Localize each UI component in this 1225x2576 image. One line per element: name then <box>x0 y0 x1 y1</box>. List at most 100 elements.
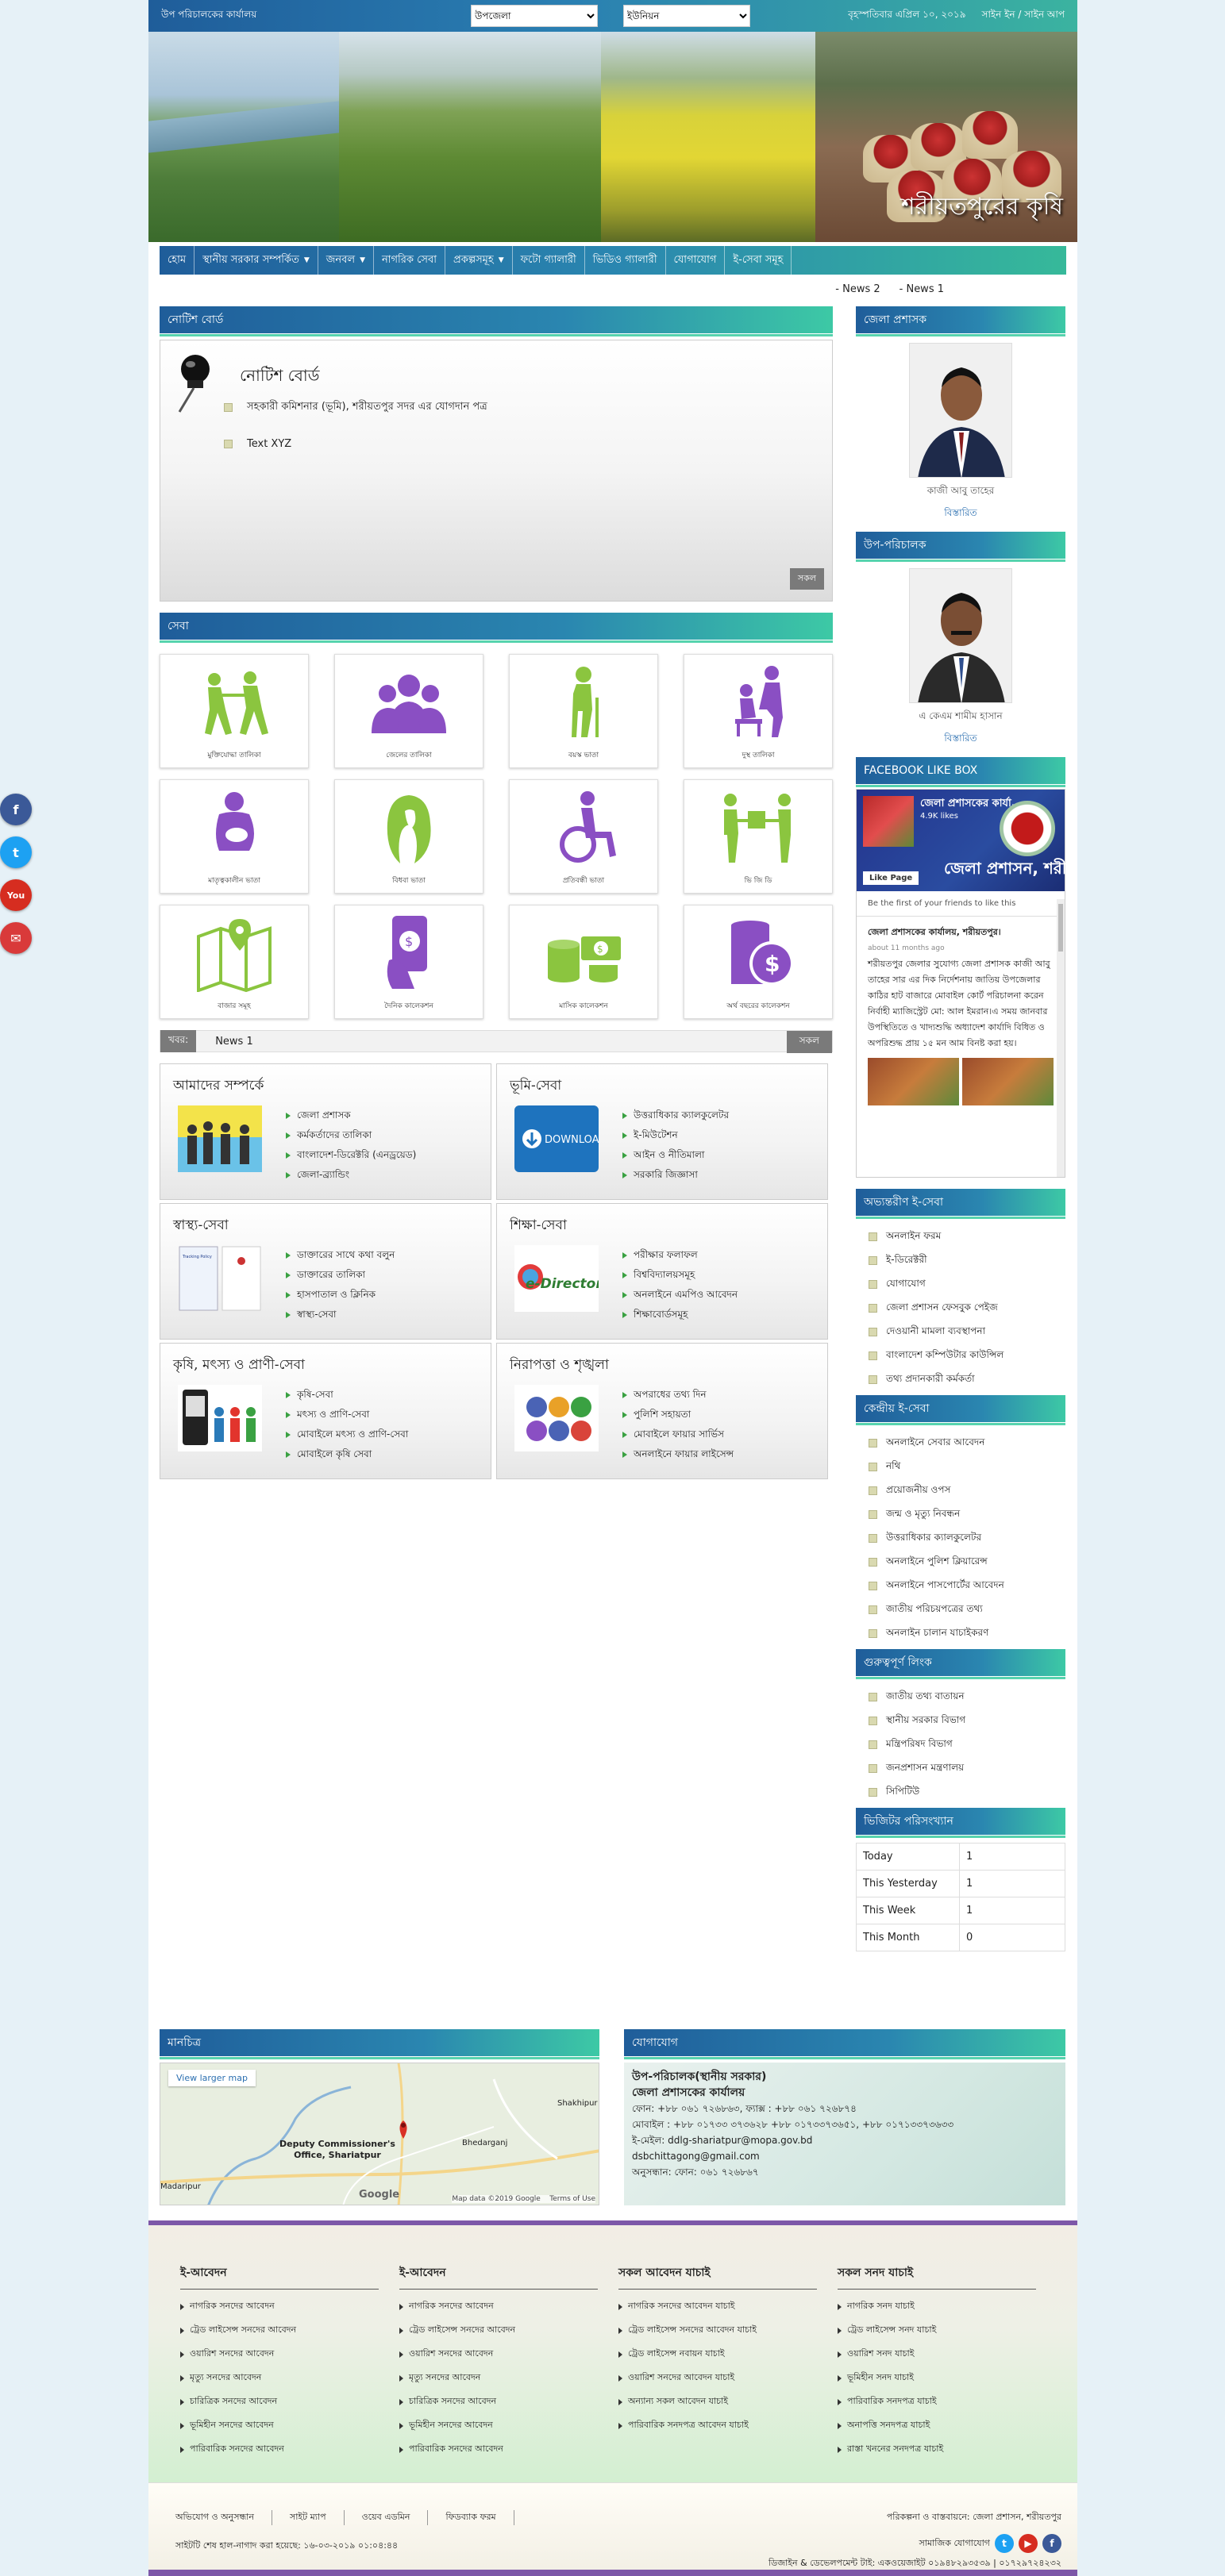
notice-item[interactable]: সহকারী কমিশনার (ভূমি), শরীয়তপুর সদর এর … <box>224 399 487 416</box>
contact-email-2[interactable]: dsbchittagong@gmail.com <box>632 2148 1057 2164</box>
footer-link[interactable]: ট্রেড লাইসেন্স সনদের আবেদন <box>180 2318 379 2342</box>
fb-post-title[interactable]: জেলা প্রশাসকের কার্যালয়, শরীয়তপুর। <box>868 925 1054 940</box>
facebook-icon[interactable]: f <box>1042 2534 1061 2553</box>
sidebar-link[interactable]: অনলাইন চালান যাচাইকরণ <box>869 1621 1065 1644</box>
service-tile[interactable]: বাজার সমূহ <box>160 905 309 1019</box>
sidebar-link[interactable]: জাতীয় পরিচয়পত্রের তথ্য <box>869 1597 1065 1621</box>
news-all-button[interactable]: সকল <box>786 1031 832 1053</box>
service-tile[interactable]: ভি জি ডি <box>684 779 833 894</box>
sidebar-link[interactable]: ই-ডিরেক্টরী <box>869 1248 1065 1271</box>
sidebar-link[interactable]: জাতীয় তথ্য বাতায়ন <box>869 1684 1065 1708</box>
twitter-icon[interactable]: t <box>0 836 32 868</box>
youtube-icon[interactable]: ▶ <box>1019 2534 1038 2553</box>
footer-link[interactable]: ভূমিহীন সনদের আবেদন <box>399 2413 598 2437</box>
nav-item[interactable]: ফটো গ্যালারী <box>513 246 585 275</box>
footer-link[interactable]: পারিবারিক সনদপত্র আবেদন যাচাই <box>618 2413 817 2437</box>
sidebar-link[interactable]: প্রয়োজনীয় ওপস <box>869 1478 1065 1501</box>
sidebar-link[interactable]: বাংলাদেশ কম্পিউটার কাউন্সিল <box>869 1343 1065 1367</box>
service-tile[interactable]: মুক্তিযোদ্ধা তালিকা <box>160 654 309 768</box>
ticker-item[interactable]: - News 2 <box>835 283 880 295</box>
sidebar-link[interactable]: জেলা প্রশাসন ফেসবুক পেইজ <box>869 1295 1065 1319</box>
footer-link[interactable]: মৃত্যু সনদের আবেদন <box>180 2366 379 2390</box>
nav-item[interactable]: যোগাযোগ <box>666 246 726 275</box>
footer-link[interactable]: ট্রেড লাইসেন্স সনদ যাচাই <box>838 2318 1036 2342</box>
twitter-icon[interactable]: t <box>995 2534 1014 2553</box>
service-box-link[interactable]: শিক্ষাবোর্ডসমূহ <box>622 1305 738 1325</box>
service-box-link[interactable]: পুলিশি সহায়তা <box>622 1405 734 1424</box>
sidebar-link[interactable]: দেওয়ানী মামলা ব্যবস্থাপনা <box>869 1319 1065 1343</box>
service-box-link[interactable]: উত্তরাধিকার ক্যালকুলেটর <box>622 1105 729 1125</box>
footer-link[interactable]: নাগরিক সনদ যাচাই <box>838 2294 1036 2318</box>
footer-link[interactable]: পারিবারিক সনদের আবেদন <box>180 2437 379 2461</box>
sidebar-link[interactable]: অনলাইনে পুলিশ ক্লিয়ারেন্স <box>869 1549 1065 1573</box>
sidebar-link[interactable]: যোগাযোগ <box>869 1271 1065 1295</box>
nav-item[interactable]: জনবল ▼ <box>318 246 374 275</box>
upazila-select[interactable]: উপজেলা <box>471 5 598 27</box>
service-box-link[interactable]: মৎস্য ও প্রাণি-সেবা <box>286 1405 408 1424</box>
footer-link[interactable]: রাস্তা খননের সনদপত্র যাচাই <box>838 2437 1036 2461</box>
sidebar-link[interactable]: উত্তরাধিকার ক্যালকুলেটর <box>869 1525 1065 1549</box>
service-box-link[interactable]: আইন ও নীতিমালা <box>622 1145 729 1165</box>
contact-email[interactable]: ই-মেইল: ddlg-shariatpur@mopa.gov.bd <box>632 2132 1057 2148</box>
footer-link[interactable]: ওয়ারিশ সনদের আবেদন <box>399 2342 598 2366</box>
footer-link[interactable]: অন্যান্য সকল আবেদন যাচাই <box>618 2390 817 2413</box>
sidebar-link[interactable]: নথি <box>869 1454 1065 1478</box>
service-box-link[interactable]: মোবাইলে ফায়ার সার্ভিস <box>622 1424 734 1444</box>
service-box-link[interactable]: কর্মকর্তাদের তালিকা <box>286 1125 416 1145</box>
service-box-link[interactable]: অনলাইনে এমপিও আবেদন <box>622 1285 738 1305</box>
fb-like-page-button[interactable]: Like Page <box>863 871 919 885</box>
service-tile[interactable]: দুস্থ তালিকা <box>684 654 833 768</box>
nav-item[interactable]: প্রকল্পসমূহ ▼ <box>445 246 513 275</box>
service-box-link[interactable]: অপরাধের তথ্য দিন <box>622 1385 734 1405</box>
service-box-link[interactable]: ই-মিউটেশন <box>622 1125 729 1145</box>
service-box-link[interactable]: জেলা-ব্র্যান্ডিং <box>286 1165 416 1185</box>
service-box-link[interactable]: অনলাইনে ফায়ার লাইসেন্স <box>622 1444 734 1464</box>
dd-details-link[interactable]: বিস্তারিত <box>856 732 1065 748</box>
ticker-item[interactable]: - News 1 <box>899 283 944 295</box>
footer-link[interactable]: মৃত্যু সনদের আবেদন <box>399 2366 598 2390</box>
map-embed[interactable]: View larger map Deputy Commissioner's Of… <box>160 2063 599 2205</box>
service-box-link[interactable]: কৃষি-সেবা <box>286 1385 408 1405</box>
footer-link[interactable]: চারিত্রিক সনদের আবেদন <box>399 2390 598 2413</box>
youtube-icon[interactable]: You <box>0 879 32 911</box>
sidebar-link[interactable]: অনলাইন ফরম <box>869 1224 1065 1248</box>
map-larger-link[interactable]: View larger map <box>168 2070 256 2086</box>
sidebar-link[interactable]: অনলাইনে পাসপোর্টের আবেদন <box>869 1573 1065 1597</box>
union-select[interactable]: ইউনিয়ন <box>623 5 750 27</box>
service-tile[interactable]: বিধবা ভাতা <box>334 779 483 894</box>
nav-item[interactable]: নাগরিক সেবা <box>374 246 446 275</box>
dc-details-link[interactable]: বিস্তারিত <box>856 506 1065 522</box>
footer-link[interactable]: ট্রেড লাইসেন্স নবায়ন যাচাই <box>618 2342 817 2366</box>
service-tile[interactable]: $ দৈনিক কালেকশন <box>334 905 483 1019</box>
fb-scrollbar[interactable] <box>1057 899 1065 1177</box>
footer-link[interactable]: ওয়ারিশ সনদের আবেদন যাচাই <box>618 2366 817 2390</box>
service-tile[interactable]: প্রতিবন্ধী ভাতা <box>509 779 658 894</box>
news-item[interactable]: News 1 <box>215 1036 253 1048</box>
footer-link[interactable]: নাগরিক সনদের আবেদন <box>399 2294 598 2318</box>
service-box-link[interactable]: সরকারি জিজ্ঞাসা <box>622 1165 729 1185</box>
sidebar-link[interactable]: জনপ্রশাসন মন্ত্রণালয় <box>869 1755 1065 1779</box>
sidebar-link[interactable]: তথ্য প্রদানকারী কর্মকর্তা <box>869 1367 1065 1390</box>
footer-link[interactable]: ভূমিহীন সনদ যাচাই <box>838 2366 1036 2390</box>
footer-link[interactable]: ভূমিহীন সনদের আবেদন <box>180 2413 379 2437</box>
footer-nav-link[interactable]: ফিডব্যাক ফরম <box>428 2510 514 2525</box>
footer-link[interactable]: নাগরিক সনদের আবেদন <box>180 2294 379 2318</box>
service-tile[interactable]: বয়স্ক ভাতা <box>509 654 658 768</box>
footer-link[interactable]: অনাপত্তি সনদপত্র যাচাই <box>838 2413 1036 2437</box>
footer-nav-link[interactable]: ওয়েব এডমিন <box>345 2510 429 2525</box>
service-box-link[interactable]: মোবাইলে কৃষি সেবা <box>286 1444 408 1464</box>
notice-all-button[interactable]: সকল <box>789 568 824 590</box>
footer-link[interactable]: পারিবারিক সনদের আবেদন <box>399 2437 598 2461</box>
sidebar-link[interactable]: অনলাইনে সেবার আবেদন <box>869 1430 1065 1454</box>
service-box-link[interactable]: বিশ্ববিদ্যালয়সমূহ <box>622 1265 738 1285</box>
service-box-link[interactable]: ডাক্তারের তালিকা <box>286 1265 395 1285</box>
notice-item[interactable]: Text XYZ <box>224 438 487 450</box>
footer-nav-link[interactable]: অভিযোগ ও অনুসন্ধান <box>175 2510 272 2525</box>
sidebar-link[interactable]: মন্ত্রিপরিষদ বিভাগ <box>869 1732 1065 1755</box>
service-box-link[interactable]: স্বাস্থ্য-সেবা <box>286 1305 395 1325</box>
nav-item[interactable]: স্থানীয় সরকার সম্পর্কিত ▼ <box>195 246 318 275</box>
nav-item[interactable]: হোম <box>160 246 195 275</box>
service-box-link[interactable]: মোবাইলে মৎস্য ও প্রাণি-সেবা <box>286 1424 408 1444</box>
service-tile[interactable]: $ মাসিক কালেকশন <box>509 905 658 1019</box>
footer-link[interactable]: ওয়ারিশ সনদের আবেদন <box>180 2342 379 2366</box>
